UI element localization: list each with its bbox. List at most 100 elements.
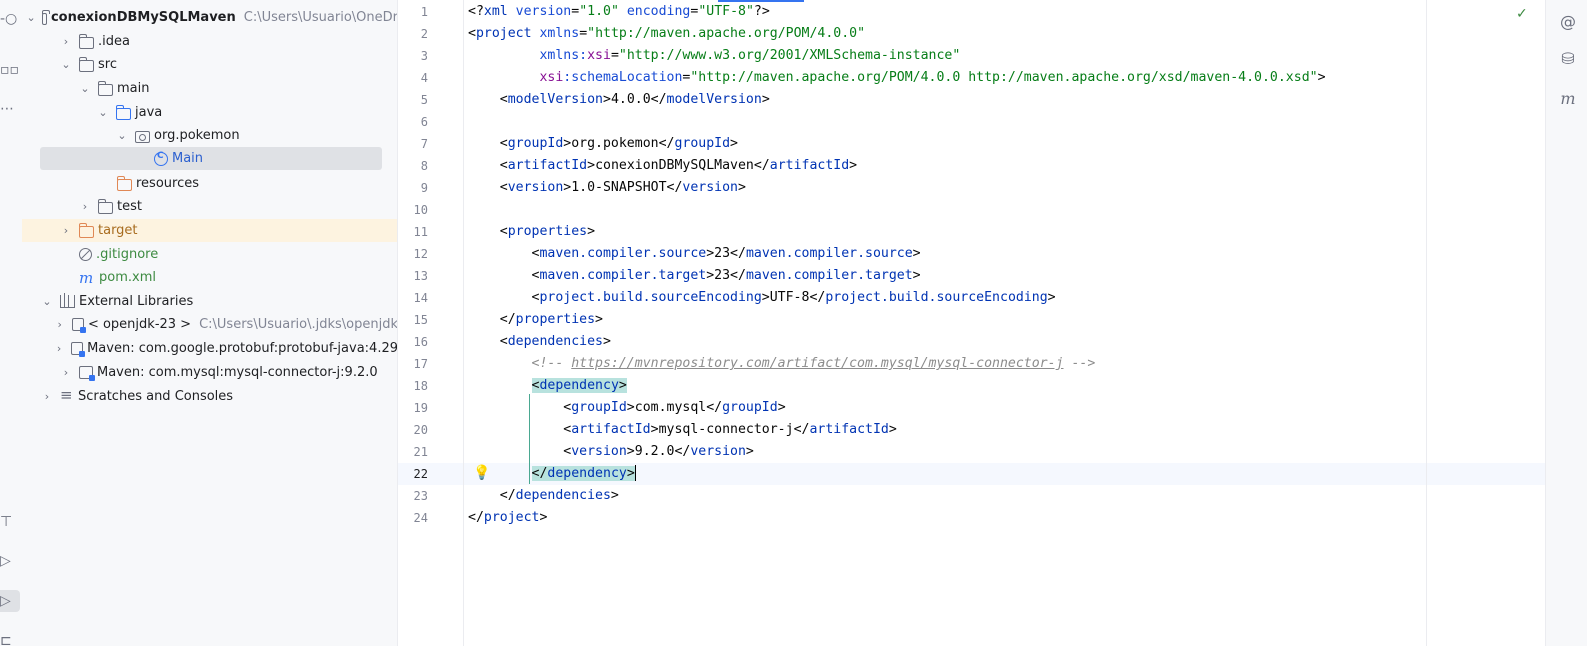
tree-item-protobuf[interactable]: › Maven: com.google.protobuf:protobuf-ja… [22,337,397,360]
folder-icon [79,56,94,72]
code-line: <dependency> [531,378,627,393]
tree-item-label: pom.xml [99,270,156,285]
code-line: <project.build.sourceEncoding>UTF-8</pro… [468,290,1056,305]
scratches-icon [60,386,74,404]
structure-icon[interactable]: ▫▫ [0,59,22,81]
chevron-down-icon[interactable]: ⌄ [115,129,129,142]
services-icon[interactable]: ▷ [0,550,22,572]
chevron-down-icon[interactable]: ⌄ [40,295,54,308]
chevron-right-icon[interactable]: › [40,390,54,403]
code-line: <project xmlns="http://maven.apache.org/… [468,26,866,41]
tree-item-label: resources [136,176,200,191]
tree-item-label: main [117,81,150,96]
tree-item-src[interactable]: ⌄ src [22,53,397,76]
tree-item-label: .idea [98,34,130,49]
line-number: 9 [420,181,428,195]
chevron-down-icon[interactable]: ⌄ [78,82,92,95]
tree-item-main-class[interactable]: Main [22,147,397,170]
line-number: 4 [420,71,428,85]
line-number: 24 [413,511,428,525]
code-line: <groupId>com.mysql</groupId> [468,400,786,415]
ai-assistant-icon[interactable]: @ [1558,12,1578,32]
chevron-right-icon[interactable]: › [78,200,92,213]
code-line-current: </dependency> [531,465,637,481]
tree-item-external-libraries[interactable]: ⌄ External Libraries [22,290,397,313]
tree-item-label: Main [172,151,204,166]
no-problems-check-icon[interactable]: ✓ [1516,6,1528,22]
resources-folder-icon [117,175,132,191]
folder-icon [98,80,113,96]
terminal-icon[interactable]: ⊏ [0,630,22,646]
line-number: 17 [413,357,428,371]
left-tool-strip: -○ ▫▫ ⋯ ⊤ ▷ ▷ ⊏ [0,0,22,646]
chevron-right-icon[interactable]: › [59,366,73,379]
code-line: <artifactId>mysql-connector-j</artifactI… [468,422,897,437]
code-line: <maven.compiler.target>23</maven.compile… [468,268,921,283]
line-number: 10 [413,203,428,217]
comment-link[interactable]: https://mvnrepository.com/artifact/com.m… [571,356,1063,371]
commit-icon[interactable]: -○ [0,8,22,30]
line-number: 3 [420,49,428,63]
package-icon [135,130,150,143]
chevron-right-icon[interactable]: › [59,35,73,48]
tree-root[interactable]: ⌄ conexionDBMySQLMaven C:\Users\Usuario\… [22,6,398,29]
line-number: 23 [413,489,428,503]
folder-icon [98,198,113,214]
line-number: 18 [413,379,428,393]
more-icon[interactable]: ⋯ [0,98,22,120]
text-caret [634,465,637,481]
code-editor[interactable]: 1 2 3 4 5 6 7 8 9 10 11 12 13 14 15 16 1… [398,0,1545,646]
tree-item-label: target [98,223,138,238]
chevron-right-icon[interactable]: › [53,342,65,355]
build-icon[interactable]: ⊤ [0,511,22,533]
database-icon[interactable]: ⛁ [1558,49,1578,69]
tree-item-label: test [117,199,142,214]
tree-item-idea[interactable]: › .idea [22,30,397,53]
tree-item-label: java [135,105,163,120]
code-line: <groupId>org.pokemon</groupId> [468,136,738,151]
tree-item-gitignore[interactable]: .gitignore [22,243,397,266]
code-line: <!-- https://mvnrepository.com/artifact/… [531,356,1096,371]
tree-item-test[interactable]: › test [22,195,397,218]
root-path: C:\Users\Usuario\OneDr [243,10,398,25]
code-line: <dependencies> [468,334,611,349]
code-line: xmlns:xsi="http://www.w3.org/2001/XMLSch… [539,48,961,63]
source-folder-icon [116,104,131,120]
run-icon[interactable]: ▷ [0,590,20,612]
maven-library-icon [79,366,95,381]
ignore-file-icon [79,248,92,261]
right-margin-guide [1426,0,1427,646]
project-tool-window: ⌄ conexionDBMySQLMaven C:\Users\Usuario\… [22,0,398,646]
line-number: 13 [413,269,428,283]
tree-item-java[interactable]: ⌄ java [22,101,397,124]
jdk-icon [71,318,87,333]
chevron-down-icon[interactable]: ⌄ [59,58,73,71]
maven-icon[interactable]: m [1558,89,1578,109]
chevron-right-icon[interactable]: › [59,224,73,237]
tree-item-label: Maven: com.mysql:mysql-connector-j:9.2.0 [97,365,378,380]
tree-item-pom[interactable]: m pom.xml [22,266,397,289]
tree-item-scratches[interactable]: › Scratches and Consoles [22,385,397,408]
line-number-current: 22 [413,467,428,481]
chevron-down-icon[interactable]: ⌄ [26,11,35,24]
code-line: xsi:schemaLocation="http://maven.apache.… [539,70,1326,85]
line-number: 5 [420,93,428,107]
tree-item-package[interactable]: ⌄ org.pokemon [22,124,397,147]
line-number: 14 [413,291,428,305]
code-line: </dependencies> [468,488,619,503]
line-number: 12 [413,247,428,261]
gutter[interactable]: 1 2 3 4 5 6 7 8 9 10 11 12 13 14 15 16 1… [398,0,464,646]
tree-item-main[interactable]: ⌄ main [22,77,397,100]
code-line: </properties> [468,312,603,327]
chevron-right-icon[interactable]: › [54,318,66,331]
tree-item-label: .gitignore [96,247,159,262]
tree-item-resources[interactable]: resources [22,172,397,195]
line-number: 11 [413,225,428,239]
tree-item-jdk[interactable]: › < openjdk-23 > C:\Users\Usuario\.jdks\… [22,313,397,336]
code-line: <?xml version="1.0" encoding="UTF-8"?> [468,4,770,19]
tree-item-label: < openjdk-23 > [87,317,192,332]
tree-item-target[interactable]: › target [22,219,397,242]
chevron-down-icon[interactable]: ⌄ [96,106,110,119]
tree-item-mysql-connector[interactable]: › Maven: com.mysql:mysql-connector-j:9.2… [22,361,397,384]
tree-item-label: External Libraries [79,294,194,309]
